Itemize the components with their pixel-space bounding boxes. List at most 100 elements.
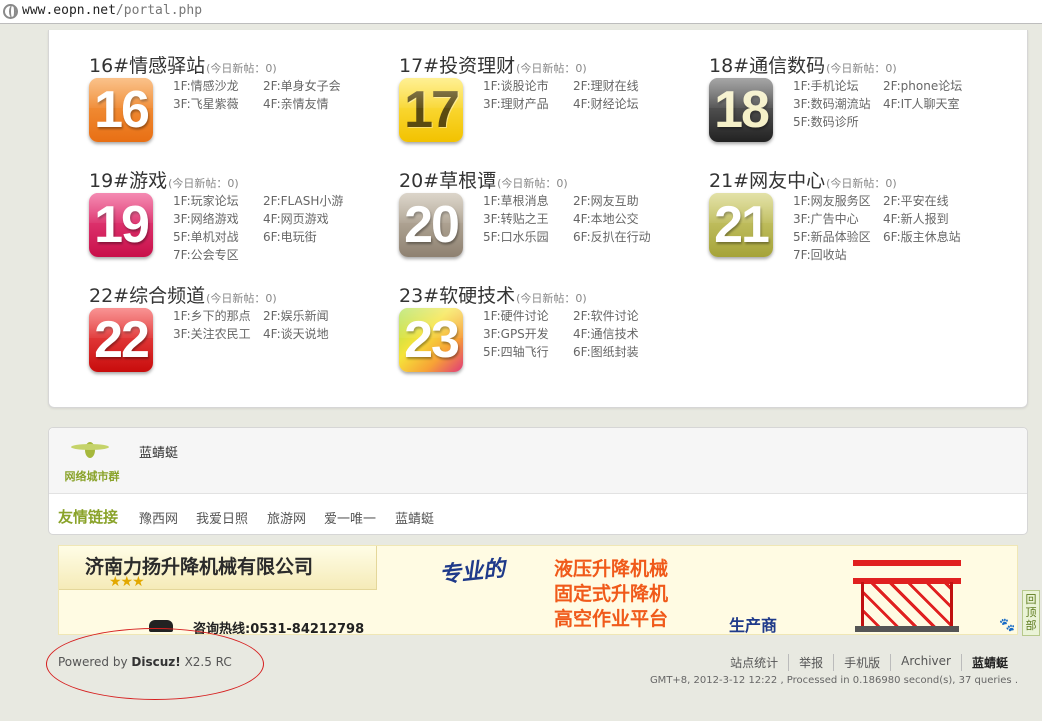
today-posts: (今日新帖：0)	[206, 62, 277, 75]
subforum-link[interactable]: 2F:理财在线	[573, 77, 663, 95]
forum-title[interactable]: 20#草根谭(今日新帖：0)	[399, 166, 568, 193]
footer-link-report[interactable]: 举报	[788, 654, 833, 671]
forum-icon[interactable]: 17	[399, 78, 463, 142]
subforum-link[interactable]: 5F:四轴飞行	[483, 343, 573, 361]
forum-icon[interactable]: 22	[89, 308, 153, 372]
subforum-link[interactable]: 2F:平安在线	[883, 192, 973, 210]
subforum-list: 1F:乡下的那点 2F:娱乐新闻 3F:关注农民工 4F:谈天说地	[173, 307, 373, 343]
forum-title[interactable]: 18#通信数码(今日新帖：0)	[709, 51, 897, 78]
forum-title[interactable]: 19#游戏(今日新帖：0)	[89, 166, 239, 193]
forum-number: 18	[714, 81, 770, 139]
friend-link[interactable]: 豫西网	[139, 508, 178, 527]
footer-link-mobile[interactable]: 手机版	[833, 654, 890, 671]
forum-name[interactable]: 22#综合频道	[89, 285, 205, 307]
subforum-link[interactable]: 1F:谈股论市	[483, 77, 573, 95]
hotline-text: 咨询热线:0531-84212798	[193, 622, 365, 635]
back-to-top-button[interactable]: 回顶部	[1022, 590, 1040, 636]
subforum-link[interactable]: 3F:广告中心	[793, 210, 883, 228]
subforum-link[interactable]: 1F:情感沙龙	[173, 77, 263, 95]
forum-title[interactable]: 22#综合频道(今日新帖：0)	[89, 281, 277, 308]
forum-name[interactable]: 17#投资理财	[399, 55, 515, 77]
forum-name[interactable]: 20#草根谭	[399, 170, 496, 192]
footer-link-stats[interactable]: 站点统计	[720, 654, 788, 671]
forum-icon[interactable]: 21	[709, 193, 773, 257]
subforum-link[interactable]: 4F:新人报到	[883, 210, 973, 228]
subforum-link[interactable]: 3F:理财产品	[483, 95, 573, 113]
subforum-link[interactable]: 3F:关注农民工	[173, 325, 263, 343]
subforum-link[interactable]: 6F:图纸封装	[573, 343, 663, 361]
subforum-link[interactable]: 5F:新品体验区	[793, 228, 883, 246]
subforum-link[interactable]: 2F:软件讨论	[573, 307, 663, 325]
scissor-lift-image	[853, 552, 961, 632]
friend-link[interactable]: 蓝蜻蜓	[395, 508, 434, 527]
forum-title[interactable]: 17#投资理财(今日新帖：0)	[399, 51, 587, 78]
ad-banner[interactable]: 济南力扬升降机械有限公司 ★★★ 咨询热线:0531-84212798 专业的 …	[58, 545, 1018, 635]
forum-icon[interactable]: 23	[399, 308, 463, 372]
forum-name[interactable]: 16#情感驿站	[89, 55, 205, 77]
subforum-link[interactable]: 2F:娱乐新闻	[263, 307, 353, 325]
subforum-link[interactable]: 6F:版主休息站	[883, 228, 973, 246]
forum-icon[interactable]: 20	[399, 193, 463, 257]
subforum-link[interactable]: 7F:公会专区	[173, 246, 263, 264]
rating-stars: ★★★	[109, 574, 145, 590]
subforum-link[interactable]: 1F:草根消息	[483, 192, 573, 210]
today-posts: (今日新帖：0)	[497, 177, 568, 190]
forum-16: 16#情感驿站(今日新帖：0) 16 1F:情感沙龙 2F:单身女子会 3F:飞…	[89, 51, 389, 161]
footer-link-site[interactable]: 蓝蜻蜓	[960, 654, 1018, 671]
subforum-link[interactable]: 2F:phone论坛	[883, 77, 973, 95]
subforum-link[interactable]: 5F:单机对战	[173, 228, 263, 246]
forum-name[interactable]: 18#通信数码	[709, 55, 825, 77]
subforum-link[interactable]: 3F:转贴之王	[483, 210, 573, 228]
forum-title[interactable]: 23#软硬技术(今日新帖：0)	[399, 281, 587, 308]
address-bar[interactable]: www.eopn.net/portal.php	[0, 0, 1042, 24]
forum-19: 19#游戏(今日新帖：0) 19 1F:玩家论坛 2F:FLASH小游 3F:网…	[89, 166, 389, 276]
subforum-link[interactable]: 7F:回收站	[793, 246, 883, 264]
subforum-link[interactable]: 4F:财经论坛	[573, 95, 663, 113]
subforum-link[interactable]: 4F:IT人聊天室	[883, 95, 973, 113]
subforum-link[interactable]: 2F:FLASH小游	[263, 192, 353, 210]
site-name-link[interactable]: 蓝蜻蜓	[139, 442, 178, 461]
friend-link[interactable]: 爱一唯一	[324, 508, 376, 527]
subforum-link[interactable]: 5F:口水乐园	[483, 228, 573, 246]
subforum-link[interactable]: 1F:硬件讨论	[483, 307, 573, 325]
site-group-header: 网络城市群 蓝蜻蜓	[49, 428, 1027, 494]
subforum-link[interactable]: 3F:GPS开发	[483, 325, 573, 343]
subforum-link[interactable]: 3F:飞星紫薇	[173, 95, 263, 113]
subforum-list: 1F:情感沙龙 2F:单身女子会 3F:飞星紫薇 4F:亲情友情	[173, 77, 373, 113]
forum-name[interactable]: 23#软硬技术	[399, 285, 515, 307]
forum-name[interactable]: 19#游戏	[89, 170, 167, 192]
city-group-logo[interactable]: 网络城市群	[57, 436, 127, 488]
subforum-link[interactable]: 1F:手机论坛	[793, 77, 883, 95]
address-url[interactable]: www.eopn.net/portal.php	[22, 3, 202, 18]
friend-link[interactable]: 旅游网	[267, 508, 306, 527]
subforum-link[interactable]: 4F:亲情友情	[263, 95, 353, 113]
subforum-link[interactable]: 2F:网友互助	[573, 192, 663, 210]
subforum-link[interactable]: 4F:本地公交	[573, 210, 663, 228]
forum-icon[interactable]: 19	[89, 193, 153, 257]
subforum-link[interactable]: 4F:通信技术	[573, 325, 663, 343]
subforum-link[interactable]: 3F:数码潮流站	[793, 95, 883, 113]
subforum-link[interactable]: 5F:数码诊所	[793, 113, 883, 131]
subforum-link[interactable]: 2F:单身女子会	[263, 77, 353, 95]
subforum-link[interactable]: 3F:网络游戏	[173, 210, 263, 228]
footer-link-archiver[interactable]: Archiver	[890, 654, 961, 671]
forum-title[interactable]: 16#情感驿站(今日新帖：0)	[89, 51, 277, 78]
url-domain: www.eopn.net	[22, 3, 116, 18]
forum-number: 21	[714, 196, 770, 254]
subforum-link[interactable]: 1F:网友服务区	[793, 192, 883, 210]
forum-icon[interactable]: 16	[89, 78, 153, 142]
subforum-link[interactable]: 4F:网页游戏	[263, 210, 353, 228]
forum-name[interactable]: 21#网友中心	[709, 170, 825, 192]
forum-title[interactable]: 21#网友中心(今日新帖：0)	[709, 166, 897, 193]
subforum-link[interactable]: 6F:电玩街	[263, 228, 353, 246]
forum-21: 21#网友中心(今日新帖：0) 21 1F:网友服务区 2F:平安在线 3F:广…	[709, 166, 1009, 276]
forum-icon[interactable]: 18	[709, 78, 773, 142]
subforum-link[interactable]: 6F:反扒在行动	[573, 228, 663, 246]
subforum-link[interactable]: 1F:乡下的那点	[173, 307, 263, 325]
subforum-link[interactable]: 1F:玩家论坛	[173, 192, 263, 210]
friend-link[interactable]: 我爱日照	[196, 508, 248, 527]
forum-number: 23	[404, 311, 460, 369]
subforum-link[interactable]: 4F:谈天说地	[263, 325, 353, 343]
forum-18: 18#通信数码(今日新帖：0) 18 1F:手机论坛 2F:phone论坛 3F…	[709, 51, 1009, 161]
globe-icon	[3, 4, 18, 19]
